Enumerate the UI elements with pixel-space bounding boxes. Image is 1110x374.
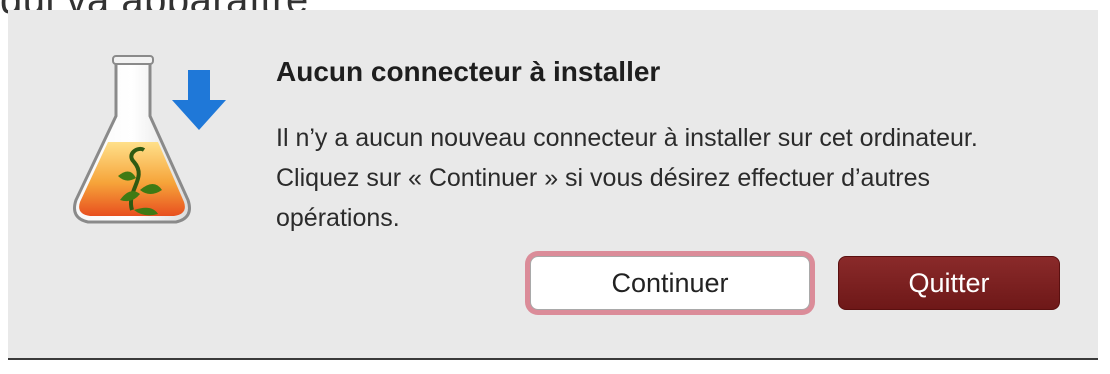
dialog-message: Il n’y a aucun nouveau connecteur à inst… xyxy=(276,124,978,232)
quit-button[interactable]: Quitter xyxy=(838,256,1060,310)
continue-button[interactable]: Continuer xyxy=(530,256,810,310)
installer-flask-download-icon xyxy=(73,55,226,224)
page: qui va apparaître xyxy=(0,0,1110,374)
alert-dialog: Aucun connecteur à installer Il n’y a au… xyxy=(8,10,1098,360)
dialog-title: Aucun connecteur à installer xyxy=(276,56,661,87)
